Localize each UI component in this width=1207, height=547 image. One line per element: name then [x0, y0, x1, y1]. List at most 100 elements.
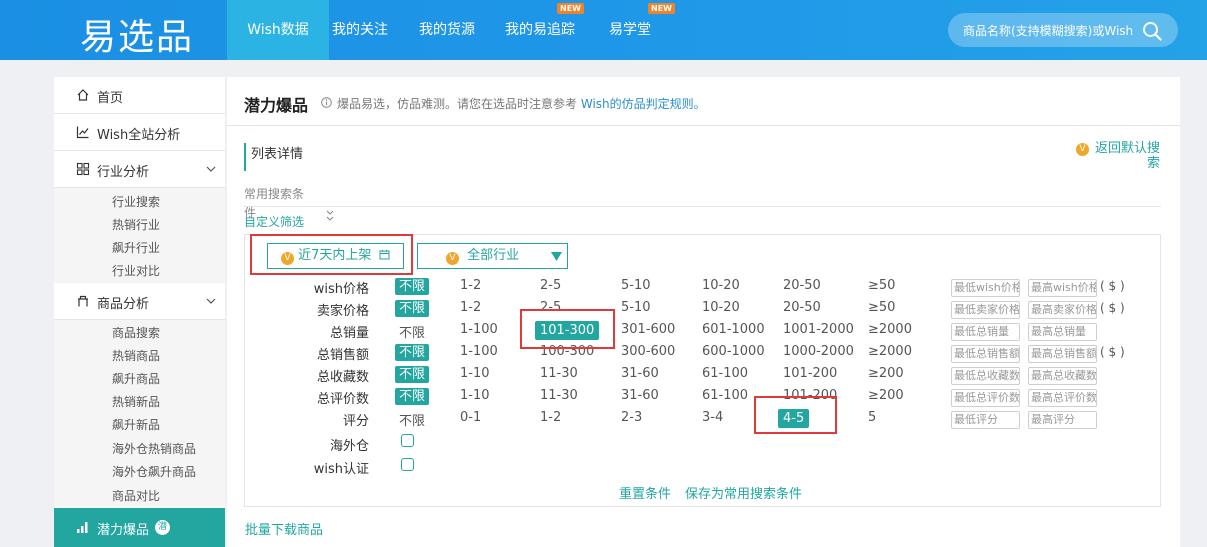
- nav-my-source[interactable]: 我的货源: [416, 0, 478, 60]
- filter-min-input[interactable]: 最低总收藏数: [951, 367, 1020, 385]
- sidebar-subitem-hot-product[interactable]: 热销商品: [112, 347, 160, 364]
- recent-7-days-button[interactable]: V 近7天内上架: [267, 243, 404, 269]
- sidebar-subitem-industry-compare[interactable]: 行业对比: [112, 262, 160, 279]
- filter-option[interactable]: 61-100: [702, 388, 748, 403]
- search-box[interactable]: 商品名称(支持模糊搜索)或Wish: [948, 13, 1178, 47]
- search-input[interactable]: 商品名称(支持模糊搜索)或Wish: [963, 22, 1133, 39]
- save-common-search-link[interactable]: 保存为常用搜索条件: [685, 483, 802, 502]
- sidebar-item-site-analysis[interactable]: Wish全站分析: [54, 114, 225, 151]
- filter-option[interactable]: 31-60: [621, 366, 659, 381]
- nav-my-tracking[interactable]: 我的易追踪 NEW: [502, 0, 584, 60]
- sidebar-item-industry[interactable]: 行业分析: [54, 151, 225, 188]
- nav-wish-data[interactable]: Wish数据: [227, 0, 329, 60]
- filter-min-input[interactable]: 最低评分: [951, 411, 1020, 429]
- filter-max-input[interactable]: 最高总收藏数: [1028, 367, 1097, 385]
- filter-option[interactable]: 11-30: [540, 388, 578, 403]
- filter-option[interactable]: ≥200: [868, 388, 904, 403]
- sidebar-subitem-hot-new[interactable]: 热销新品: [112, 393, 160, 410]
- sidebar-item-potential-hot[interactable]: 潜力爆品 潜: [54, 508, 225, 547]
- filter-option[interactable]: 61-100: [702, 366, 748, 381]
- filter-option[interactable]: 101-200: [783, 366, 837, 381]
- filter-min-input[interactable]: 最低总销售额: [951, 345, 1020, 363]
- filter-option[interactable]: 1000-2000: [783, 344, 854, 359]
- filter-min-input[interactable]: 最低总评价数: [951, 389, 1020, 407]
- filter-option[interactable]: 31-60: [621, 388, 659, 403]
- filter-option[interactable]: 301-600: [621, 322, 675, 337]
- filter-option[interactable]: 1-100: [460, 322, 498, 337]
- sidebar-subitem-product-search[interactable]: 商品搜索: [112, 324, 160, 341]
- filter-option[interactable]: 20-50: [783, 278, 821, 293]
- nav-label: 我的关注: [332, 22, 388, 38]
- filter-option[interactable]: 0-1: [460, 410, 481, 425]
- chevron-down-icon[interactable]: [325, 209, 335, 223]
- filter-option[interactable]: 20-50: [783, 300, 821, 315]
- filter-option[interactable]: ≥50: [868, 300, 895, 315]
- filter-option[interactable]: 600-1000: [702, 344, 765, 359]
- filter-max-input[interactable]: 最高卖家价格: [1028, 301, 1097, 319]
- filter-option[interactable]: 1-2: [540, 410, 561, 425]
- sidebar-subitem-industry-search[interactable]: 行业搜索: [112, 193, 160, 210]
- filter-option[interactable]: 5-10: [621, 300, 651, 315]
- filter-option[interactable]: 3-4: [702, 410, 723, 425]
- filter-option[interactable]: 601-1000: [702, 322, 765, 337]
- filter-option[interactable]: ≥2000: [868, 344, 912, 359]
- sidebar-subitem-rising-product[interactable]: 飙升商品: [112, 370, 160, 387]
- filter-option[interactable]: ≥2000: [868, 322, 912, 337]
- custom-filter-link[interactable]: 自定义筛选: [244, 213, 304, 230]
- filter-option[interactable]: 10-20: [702, 278, 740, 293]
- filter-option[interactable]: ≥200: [868, 366, 904, 381]
- filter-max-input[interactable]: 最高总评价数: [1028, 389, 1097, 407]
- sidebar-subitem-rising-industry[interactable]: 飙升行业: [112, 239, 160, 256]
- filter-min-input[interactable]: 最低总销量: [951, 323, 1020, 341]
- filter-option[interactable]: 1-10: [460, 388, 490, 403]
- sidebar-subitem-product-compare[interactable]: 商品对比: [112, 487, 160, 504]
- filter-option[interactable]: 1-2: [460, 300, 481, 315]
- filter-max-input[interactable]: 最高总销量: [1028, 323, 1097, 341]
- filter-option[interactable]: 1001-2000: [783, 322, 854, 337]
- sidebar-subitem-overseas-rising[interactable]: 海外仓飙升商品: [112, 463, 196, 480]
- batch-download-link[interactable]: 批量下载商品: [245, 519, 323, 538]
- sidebar-item-home[interactable]: 首页: [54, 77, 225, 114]
- filter-option[interactable]: 5: [868, 410, 876, 425]
- sidebar-item-product[interactable]: 商品分析: [54, 283, 225, 320]
- filter-min-input[interactable]: 最低卖家价格: [951, 301, 1020, 319]
- nav-my-follow[interactable]: 我的关注: [329, 0, 391, 60]
- wish-cert-checkbox[interactable]: [401, 458, 414, 471]
- filter-option[interactable]: 1-100: [460, 344, 498, 359]
- sidebar-item-label: Wish全站分析: [97, 128, 181, 143]
- filter-option[interactable]: 不限: [395, 300, 430, 317]
- site-logo[interactable]: 易选品: [80, 8, 194, 60]
- filter-option[interactable]: 不限: [399, 410, 425, 429]
- filter-option[interactable]: 10-20: [702, 300, 740, 315]
- filter-max-input[interactable]: 最高评分: [1028, 411, 1097, 429]
- filter-option[interactable]: 5-10: [621, 278, 651, 293]
- filter-option[interactable]: ≥50: [868, 278, 895, 293]
- filter-option[interactable]: 1-2: [460, 278, 481, 293]
- filter-max-input[interactable]: 最高wish价格: [1028, 279, 1097, 297]
- sidebar-subitem-hot-industry[interactable]: 热销行业: [112, 216, 160, 233]
- filter-option[interactable]: 11-30: [540, 366, 578, 381]
- filter-option[interactable]: 不限: [395, 344, 430, 361]
- back-default-search-label[interactable]: 返回默认搜索: [1094, 141, 1160, 171]
- filter-option[interactable]: 不限: [395, 388, 430, 405]
- industry-select[interactable]: V 全部行业: [417, 243, 568, 269]
- filter-option[interactable]: 不限: [395, 278, 430, 295]
- counterfeit-rule-link[interactable]: Wish的仿品判定规则。: [581, 97, 706, 111]
- reset-conditions-link[interactable]: 重置条件: [619, 483, 671, 502]
- filter-min-input[interactable]: 最低wish价格: [951, 279, 1020, 297]
- filter-option[interactable]: 不限: [395, 366, 430, 383]
- list-details-heading: 列表详情: [244, 143, 303, 171]
- sidebar-subitem-overseas-hot[interactable]: 海外仓热销商品: [112, 440, 196, 457]
- sidebar: 首页 Wish全站分析 行业分析 行业搜索 热销行业 飙升行业 行业对比 商品分…: [54, 77, 225, 547]
- filter-max-input[interactable]: 最高总销售额: [1028, 345, 1097, 363]
- nav-academy[interactable]: 易学堂 NEW: [604, 0, 675, 60]
- industry-select-label: 全部行业: [467, 248, 520, 263]
- filter-option[interactable]: 300-600: [621, 344, 675, 359]
- sidebar-subitem-rising-new[interactable]: 飙升新品: [112, 416, 160, 433]
- search-icon[interactable]: [1142, 21, 1162, 41]
- filter-option[interactable]: 2-3: [621, 410, 642, 425]
- filter-option[interactable]: 2-5: [540, 278, 561, 293]
- filter-option[interactable]: 1-10: [460, 366, 490, 381]
- overseas-checkbox[interactable]: [401, 434, 414, 447]
- filter-option[interactable]: 不限: [399, 322, 425, 341]
